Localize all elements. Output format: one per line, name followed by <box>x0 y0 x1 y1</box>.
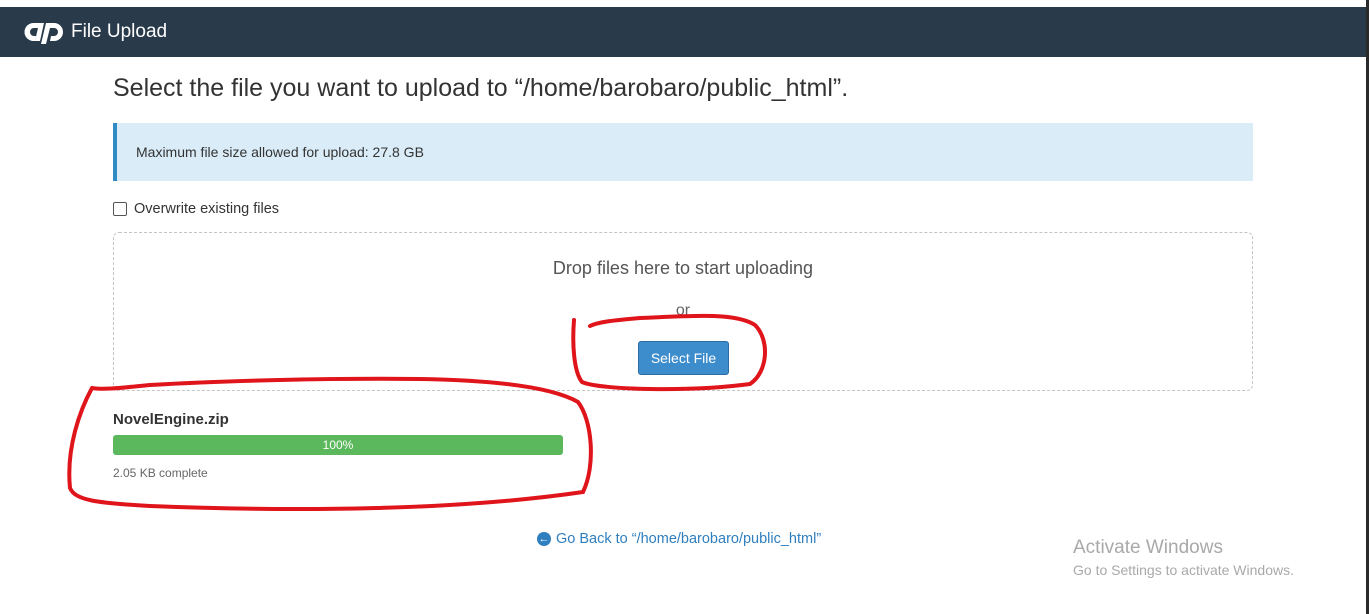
go-back-link[interactable]: ← Go Back to “/home/barobaro/public_html… <box>537 531 821 547</box>
dropzone-text: Drop files here to start uploading <box>552 258 814 278</box>
dropzone-or-text: or <box>675 302 691 319</box>
select-file-button[interactable]: Select File <box>638 341 729 375</box>
file-dropzone[interactable]: Drop files here to start uploading or Se… <box>113 232 1253 391</box>
cpanel-logo-icon[interactable] <box>20 17 66 47</box>
overwrite-option[interactable]: Overwrite existing files <box>113 201 279 217</box>
arrow-circle-left-icon: ← <box>537 532 551 546</box>
upload-status: 2.05 KB complete <box>113 466 208 480</box>
app-header: File Upload <box>0 7 1366 57</box>
uploaded-file-name: NovelEngine.zip <box>113 411 229 428</box>
overwrite-label[interactable]: Overwrite existing files <box>134 201 279 217</box>
windows-watermark-subtitle: Go to Settings to activate Windows. <box>1073 562 1294 578</box>
upload-progress-fill: 100% <box>113 435 563 455</box>
overwrite-checkbox[interactable] <box>113 202 127 216</box>
go-back-label[interactable]: Go Back to “/home/barobaro/public_html” <box>556 531 821 547</box>
top-strip <box>0 0 1369 7</box>
max-size-info-box: Maximum file size allowed for upload: 27… <box>113 123 1253 181</box>
max-size-info-text: Maximum file size allowed for upload: 27… <box>136 144 424 160</box>
header-title: File Upload <box>71 21 168 42</box>
windows-watermark-title: Activate Windows <box>1073 537 1223 558</box>
upload-progress-bar: 100% <box>113 435 563 455</box>
page-title: Select the file you want to upload to “/… <box>113 74 849 102</box>
